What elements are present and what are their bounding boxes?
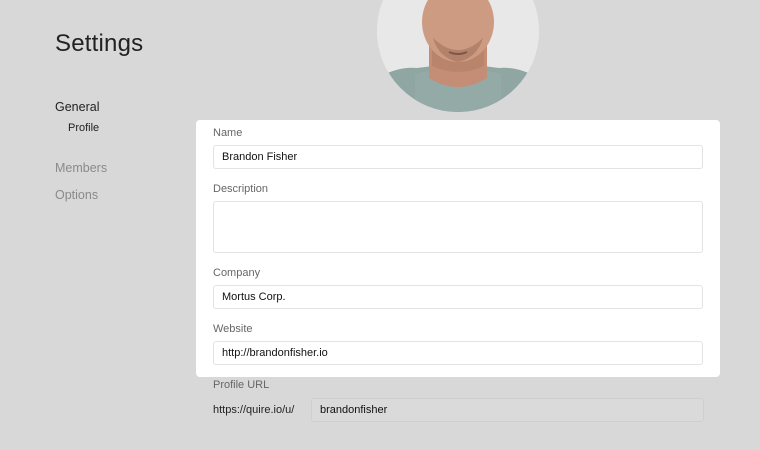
profile-photo-image xyxy=(377,0,539,112)
profile-url-field[interactable] xyxy=(311,398,704,422)
company-field[interactable] xyxy=(213,285,703,309)
website-label: Website xyxy=(213,323,253,335)
nav-item-general[interactable]: General xyxy=(55,100,99,114)
name-label: Name xyxy=(213,127,243,139)
company-label: Company xyxy=(213,267,261,279)
avatar-photo xyxy=(377,0,539,112)
profile-url-label: Profile URL xyxy=(213,379,270,391)
avatar[interactable] xyxy=(377,0,539,112)
page-title: Settings xyxy=(55,30,144,57)
nav-item-members[interactable]: Members xyxy=(55,161,107,175)
nav-item-options[interactable]: Options xyxy=(55,188,98,202)
description-field[interactable] xyxy=(213,201,703,253)
description-label: Description xyxy=(213,183,269,195)
nav-item-profile[interactable]: Profile xyxy=(68,122,99,134)
website-field[interactable] xyxy=(213,341,703,365)
profile-url-prefix: https://quire.io/u/ xyxy=(213,404,295,416)
name-field[interactable] xyxy=(213,145,703,169)
